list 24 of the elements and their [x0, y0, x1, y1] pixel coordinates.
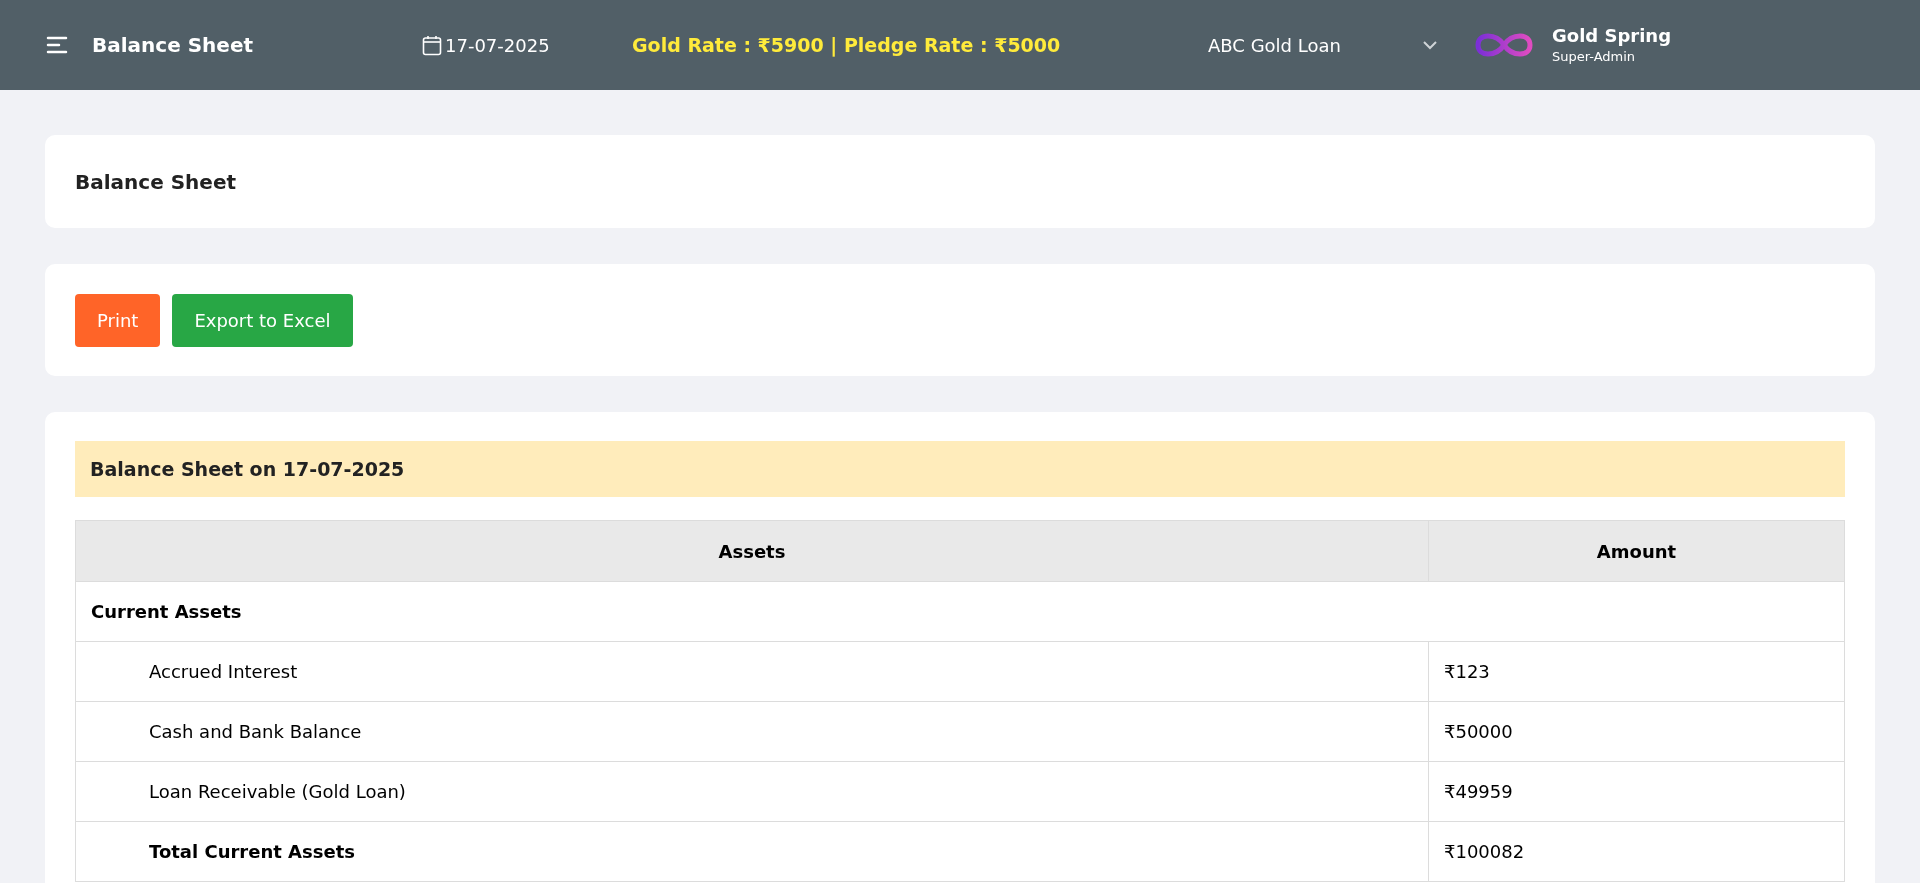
table-cell: Loan Receivable (Gold Loan) — [75, 761, 1429, 822]
section-cell: Current Assets — [75, 581, 1845, 642]
menu-icon[interactable] — [46, 36, 68, 54]
column-header: Assets — [75, 520, 1429, 582]
print-button[interactable]: Print — [75, 293, 161, 347]
export-button[interactable]: Export to Excel — [172, 293, 353, 347]
rate-info: Gold Rate : ₹5900 | Pledge Rate : ₹5000 — [632, 32, 1062, 59]
chevron-down-icon — [1422, 40, 1438, 50]
table-cell: ₹50000 — [1428, 701, 1845, 762]
company-dropdown[interactable]: ABC Gold Loan — [1208, 31, 1438, 59]
table-cell: ₹49959 — [1428, 761, 1845, 822]
user-name: Gold Spring — [1552, 24, 1672, 48]
report-title: Balance Sheet on 17-07-2025 — [90, 456, 405, 482]
card-title: Balance Sheet — [75, 168, 237, 196]
user-role: Super-Admin — [1552, 49, 1637, 66]
page-title: Balance Sheet — [92, 32, 255, 59]
current-date: 17-07-2025 — [445, 33, 551, 58]
column-header: Amount — [1428, 520, 1845, 582]
table-cell: Accrued Interest — [75, 641, 1429, 702]
table-cell: Total Current Assets — [75, 821, 1429, 882]
table-cell: ₹123 — [1428, 641, 1845, 702]
calendar-icon — [422, 34, 442, 56]
table-cell: Cash and Bank Balance — [75, 701, 1429, 762]
table-cell: ₹100082 — [1428, 821, 1845, 882]
